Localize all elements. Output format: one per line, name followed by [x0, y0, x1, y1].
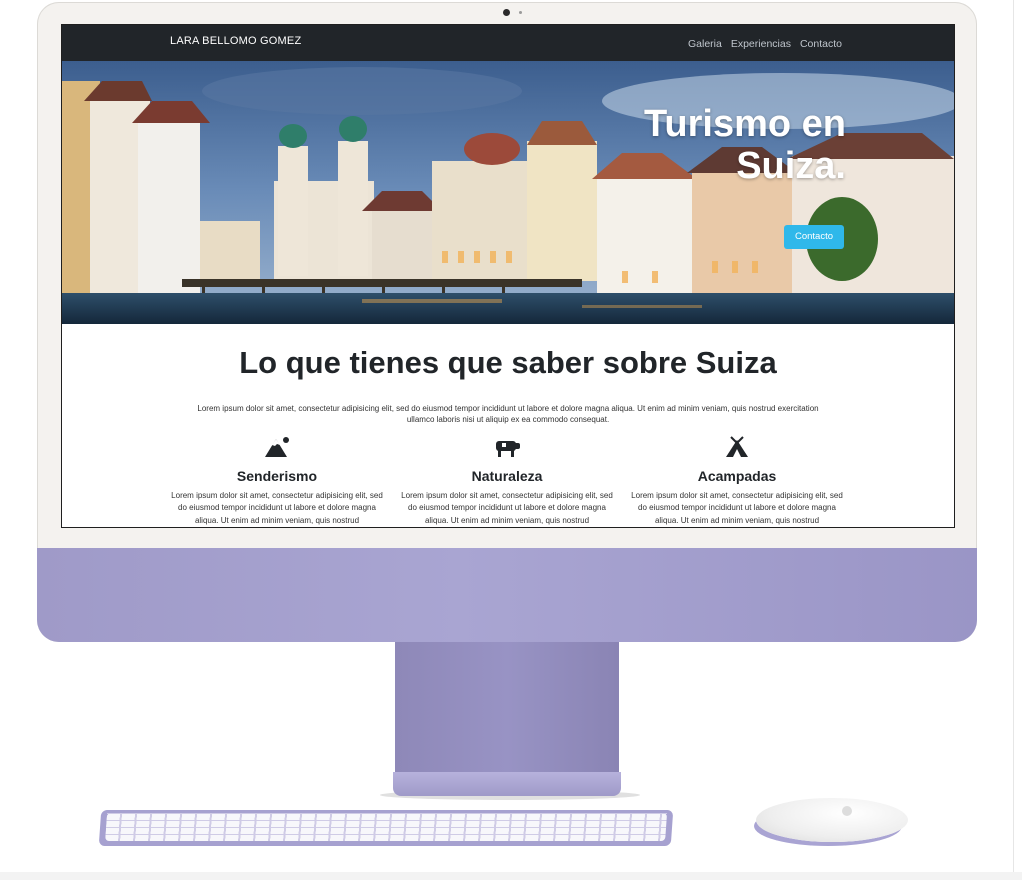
imac-stand-foot [393, 772, 621, 796]
imac-stand-neck [395, 642, 619, 780]
feature-text: Lorem ipsum dolor sit amet, consectetur … [631, 491, 843, 525]
feature-title: Naturaleza [471, 468, 543, 484]
camera-icon [503, 9, 510, 16]
hero-image [62, 61, 954, 324]
hero-section: Turismo en Suiza. Contacto [62, 61, 954, 324]
sensor-dot [519, 11, 522, 14]
nav-link-galeria[interactable]: Galeria [688, 38, 722, 50]
imac-monitor: LARA BELLOMO GOMEZ Galeria Experiencias … [37, 2, 977, 642]
feature-senderismo: Senderismo Lorem ipsum dolor sit amet, c… [168, 435, 386, 527]
feature-naturaleza: Naturaleza Lorem ipsum dolor sit amet, c… [398, 435, 616, 527]
apple-logo-icon [842, 806, 852, 816]
feature-acampadas: Acampadas Lorem ipsum dolor sit amet, co… [628, 435, 846, 527]
imac-chin [37, 548, 977, 642]
keyboard-key-rows [105, 813, 668, 841]
campground-icon [726, 436, 748, 457]
feature-title: Senderismo [236, 468, 318, 484]
hero-contact-button[interactable]: Contacto [784, 225, 844, 249]
feature-title: Acampadas [697, 468, 777, 484]
nav-link-experiencias[interactable]: Experiencias [731, 38, 791, 50]
feature-text: Lorem ipsum dolor sit amet, consectetur … [171, 491, 383, 525]
info-section: Lo que tienes que saber sobre Suiza Lore… [62, 325, 954, 527]
mountain-icon [265, 437, 289, 457]
section-intro: Lorem ipsum dolor sit amet, consectetur … [197, 404, 819, 424]
keyboard [98, 810, 674, 846]
nav-links: Galeria Experiencias Contacto [688, 38, 842, 50]
section-title: Lo que tienes que saber sobre Suiza [239, 345, 777, 380]
navbar: LARA BELLOMO GOMEZ Galeria Experiencias … [62, 25, 954, 61]
nav-link-contacto[interactable]: Contacto [800, 38, 842, 50]
frame-edge [1013, 0, 1014, 880]
cow-icon [496, 441, 520, 457]
feature-text: Lorem ipsum dolor sit amet, consectetur … [401, 491, 613, 525]
frame-bottom [0, 872, 1022, 880]
brand-logo[interactable]: LARA BELLOMO GOMEZ [170, 35, 301, 47]
magic-mouse [756, 798, 908, 842]
hero-title: Turismo en Suiza. [644, 103, 846, 187]
website-screen: LARA BELLOMO GOMEZ Galeria Experiencias … [61, 24, 955, 528]
